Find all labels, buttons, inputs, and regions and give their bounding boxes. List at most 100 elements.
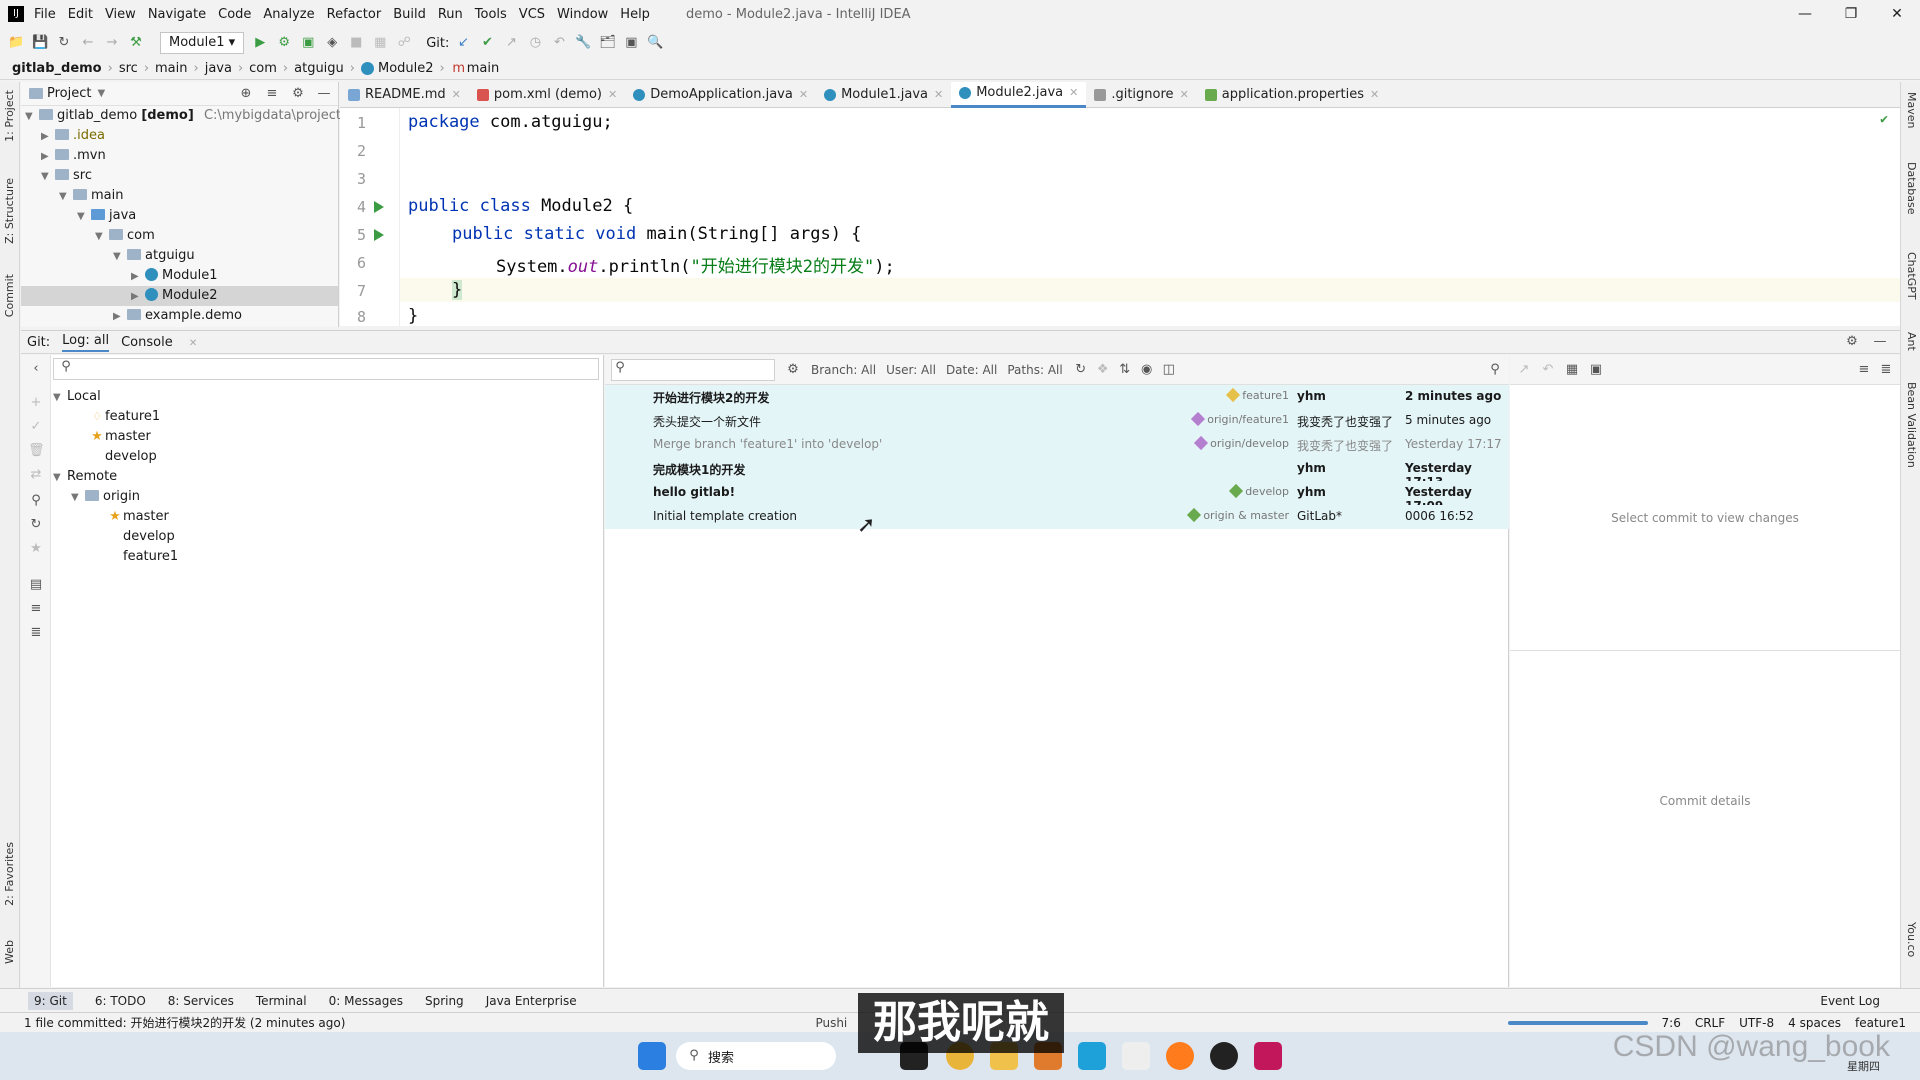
menu-file[interactable]: File	[34, 7, 56, 22]
run-icon[interactable]: ▶	[252, 35, 268, 51]
commit-row[interactable]: 完成模块1的开发 yhm Yesterday 17:13	[605, 457, 1509, 489]
tree-item-example-demo[interactable]: ▶ example.demo	[21, 306, 338, 326]
collapse-all-icon[interactable]: ≣	[1878, 362, 1894, 378]
chatgpt-tool-tab[interactable]: ChatGPT	[1905, 252, 1918, 300]
breadcrumb-java[interactable]: java	[205, 61, 232, 76]
event-log-button[interactable]: Event Log	[1820, 994, 1880, 1008]
hide-icon[interactable]: —	[1872, 334, 1888, 350]
caret-position[interactable]: 7:6	[1662, 1016, 1681, 1030]
breadcrumb-main[interactable]: main	[155, 61, 187, 76]
filter-date[interactable]: Date: All	[946, 363, 997, 377]
graph-options-icon[interactable]: ◫	[1161, 362, 1177, 378]
structure-tool-tab[interactable]: Z: Structure	[3, 178, 16, 244]
line-separator[interactable]: CRLF	[1695, 1016, 1725, 1030]
tree-item-java[interactable]: ▼ java	[21, 206, 338, 226]
close-tab-icon[interactable]: ✕	[934, 82, 943, 108]
database-tool-tab[interactable]: Database	[1905, 162, 1918, 215]
coverage-icon[interactable]: ▣	[300, 35, 316, 51]
gear-icon[interactable]: ⚙	[290, 86, 306, 102]
youcom-tool-tab[interactable]: You.co	[1905, 922, 1918, 957]
code-editor[interactable]: 1 2 3 4 5 6 7 8 package com.atguigu; pub…	[340, 108, 1900, 326]
revert-icon[interactable]: ↶	[1540, 362, 1556, 378]
close-tab-icon[interactable]: ✕	[799, 82, 808, 108]
firefox-app-icon[interactable]	[1166, 1042, 1194, 1070]
sort-icon[interactable]: ⇅	[1117, 362, 1133, 378]
menu-run[interactable]: Run	[438, 7, 463, 22]
branch-local-master[interactable]: ★ master	[51, 427, 601, 447]
maven-tool-tab[interactable]: Maven	[1905, 92, 1918, 128]
commit-row[interactable]: Merge branch 'feature1' into 'develop' o…	[605, 433, 1509, 457]
commit-row[interactable]: 秃头提交一个新文件 origin/feature1 我变秃了也变强了 5 min…	[605, 409, 1509, 433]
ant-tool-tab[interactable]: Ant	[1905, 332, 1918, 351]
stop-icon[interactable]: ■	[348, 35, 364, 51]
tree-item-main[interactable]: ▼ main	[21, 186, 338, 206]
tool-git[interactable]: 9: Git	[28, 991, 73, 1010]
menu-view[interactable]: View	[105, 7, 136, 22]
settings-wrench-icon[interactable]: 🔧	[575, 35, 591, 51]
add-icon[interactable]: +	[28, 395, 44, 411]
menu-analyze[interactable]: Analyze	[263, 7, 314, 22]
group-by-icon[interactable]: ▤	[28, 577, 44, 593]
menu-window[interactable]: Window	[557, 7, 608, 22]
branch-remote-develop[interactable]: develop	[51, 527, 601, 547]
open-folder-icon[interactable]: 📁	[8, 35, 24, 51]
search-icon[interactable]: ⚲	[28, 493, 44, 509]
filter-user[interactable]: User: All	[886, 363, 936, 377]
tool-java-enterprise[interactable]: Java Enterprise	[486, 994, 577, 1008]
breadcrumb-project[interactable]: gitlab_demo	[12, 61, 102, 76]
git-history-icon[interactable]: ◷	[527, 35, 543, 51]
group-icon[interactable]: ▦	[1564, 362, 1580, 378]
branch-local-develop[interactable]: develop	[51, 447, 601, 467]
tree-root[interactable]: ▼ gitlab_demo [demo] C:\mybigdata\project…	[21, 106, 374, 126]
git-rollback-icon[interactable]: ↶	[551, 35, 567, 51]
locate-icon[interactable]: ⊕	[238, 86, 254, 102]
close-tab-icon[interactable]: ✕	[1069, 80, 1078, 106]
debug-icon[interactable]: ⚙	[276, 35, 292, 51]
chevron-down-icon[interactable]: ▼	[97, 88, 105, 99]
breadcrumb-src[interactable]: src	[119, 61, 138, 76]
favorite-icon[interactable]: ★	[28, 541, 44, 557]
project-tool-tab[interactable]: 1: Project	[3, 90, 16, 142]
hide-icon[interactable]: —	[316, 86, 332, 102]
typora-app-icon[interactable]	[1122, 1042, 1150, 1070]
file-encoding[interactable]: UTF-8	[1739, 1016, 1774, 1030]
git-commit-icon[interactable]: ✔	[479, 35, 495, 51]
filter-paths[interactable]: Paths: All	[1007, 363, 1062, 377]
tab-demoapplication[interactable]: DemoApplication.java ✕	[625, 82, 816, 108]
gear-icon[interactable]: ⚙	[785, 362, 801, 378]
menu-build[interactable]: Build	[393, 7, 426, 22]
filter-branch[interactable]: Branch: All	[811, 363, 876, 377]
sync-icon[interactable]: ↻	[56, 35, 72, 51]
windows-start-icon[interactable]	[638, 1042, 666, 1070]
expand-all-icon[interactable]: ≡	[1856, 362, 1872, 378]
tree-item-mvn[interactable]: ▶ .mvn	[21, 146, 338, 166]
tool-todo[interactable]: 6: TODO	[95, 994, 146, 1008]
tab-console[interactable]: Console ✕	[121, 335, 209, 350]
forward-icon[interactable]: →	[104, 35, 120, 51]
indent-setting[interactable]: 4 spaces	[1788, 1016, 1841, 1030]
breadcrumb-atguigu[interactable]: atguigu	[294, 61, 344, 76]
layout-icon[interactable]: ▦	[372, 35, 388, 51]
checkout-icon[interactable]: ✓	[28, 419, 44, 435]
branch-remote-feature1[interactable]: feature1	[51, 547, 601, 567]
close-tab-icon[interactable]: ✕	[1370, 82, 1379, 108]
cherry-pick-icon[interactable]: ❖	[1095, 362, 1111, 378]
menu-refactor[interactable]: Refactor	[327, 7, 382, 22]
menu-navigate[interactable]: Navigate	[148, 7, 206, 22]
tab-log-all[interactable]: Log: all	[62, 333, 110, 352]
run-main-icon[interactable]	[374, 229, 384, 241]
tool-services[interactable]: 8: Services	[168, 994, 234, 1008]
git-branch-widget[interactable]: feature1	[1855, 1016, 1906, 1030]
profile-icon[interactable]: ◈	[324, 35, 340, 51]
refresh-icon[interactable]: ↻	[28, 517, 44, 533]
git-push-icon[interactable]: ↗	[503, 35, 519, 51]
refresh-icon[interactable]: ↻	[1073, 362, 1089, 378]
tree-item-src[interactable]: ▼ src	[21, 166, 338, 186]
tool-spring[interactable]: Spring	[425, 994, 464, 1008]
tab-module1[interactable]: Module1.java ✕	[816, 82, 951, 108]
attach-icon[interactable]: ☍	[396, 35, 412, 51]
minimize-icon[interactable]: —	[1782, 6, 1828, 22]
tool-terminal[interactable]: Terminal	[256, 994, 307, 1008]
tree-item-atguigu[interactable]: ▼ atguigu	[21, 246, 338, 266]
close-tab-icon[interactable]: ✕	[452, 82, 461, 108]
